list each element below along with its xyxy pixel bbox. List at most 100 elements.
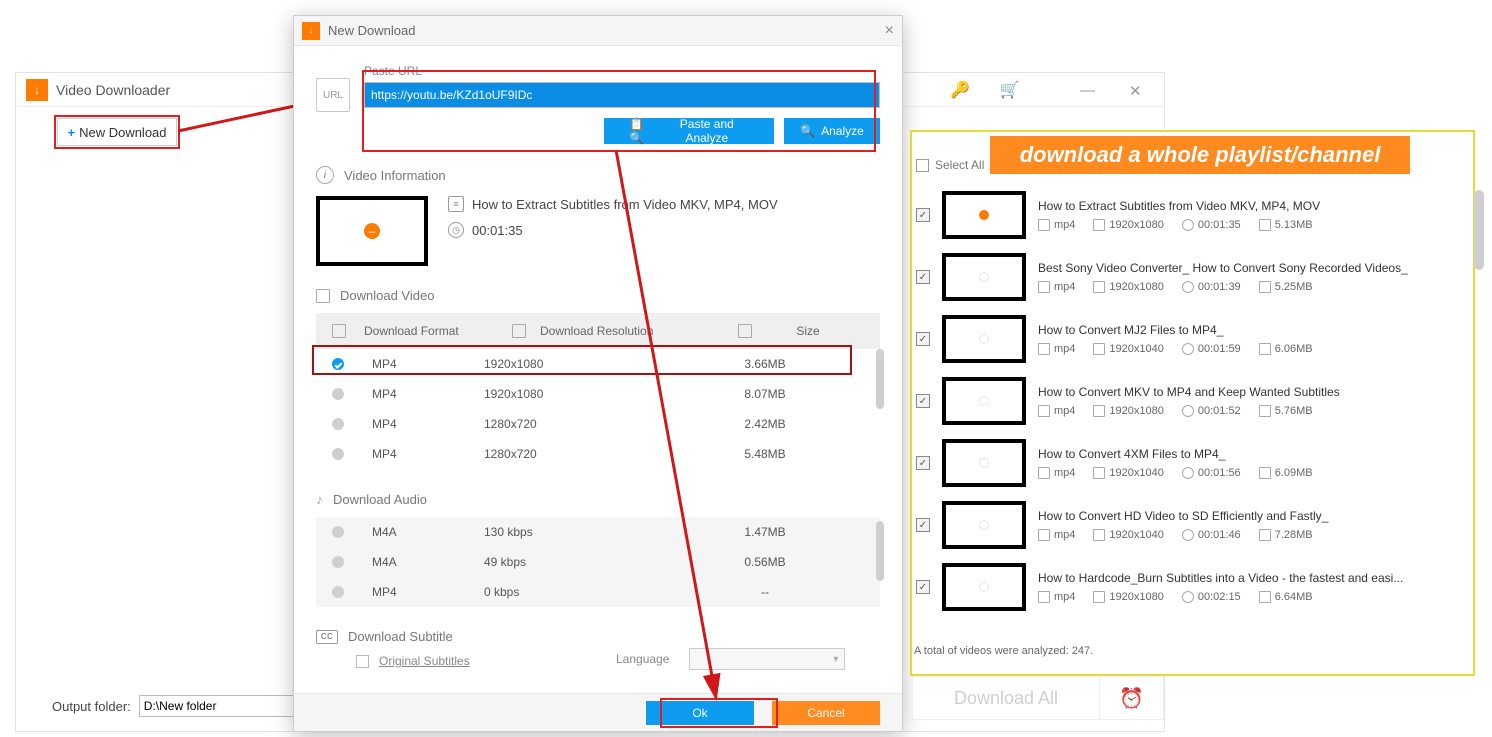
- header-actions: 🔑 🛒: [950, 80, 1020, 100]
- clock-icon: [1182, 219, 1194, 231]
- playlist-item[interactable]: ✓ Best Sony Video Converter_ How to Conve…: [916, 246, 1464, 308]
- download-all-button[interactable]: Download All: [912, 676, 1100, 720]
- analyze-button[interactable]: 🔍 Analyze: [784, 118, 880, 144]
- radio-button[interactable]: [332, 418, 344, 430]
- video-duration: 00:01:35: [472, 223, 523, 238]
- clock-icon: [1182, 467, 1194, 479]
- playlist-item-title: How to Extract Subtitles from Video MKV,…: [1038, 199, 1452, 213]
- language-select[interactable]: ▾: [689, 648, 845, 670]
- audio-format-row[interactable]: MP40 kbps--: [316, 577, 880, 607]
- filesize-icon: [1259, 405, 1271, 417]
- video-table-scrollbar[interactable]: [876, 313, 884, 469]
- cart-icon[interactable]: 🛒: [1000, 80, 1020, 100]
- resolution-icon: [1093, 405, 1105, 417]
- playlist-item[interactable]: ✓How to Hardcode_Burn Subtitles into a V…: [916, 556, 1464, 618]
- playlist-item[interactable]: ✓ How to Extract Subtitles from Video MKV…: [916, 184, 1464, 246]
- new-download-dialog: ↓ New Download × URL Paste URL 📋🔍 Paste …: [293, 15, 903, 732]
- playlist-item-thumbnail: [942, 439, 1026, 487]
- video-format-row[interactable]: MP41920x10808.07MB: [316, 379, 880, 409]
- playlist-item-title: Best Sony Video Converter_ How to Conver…: [1038, 261, 1452, 275]
- playlist-item-title: How to Convert MJ2 Files to MP4_: [1038, 323, 1452, 337]
- filesize-icon: [1259, 529, 1271, 541]
- playlist-scrollbar[interactable]: [1474, 190, 1484, 490]
- select-all-row: Select All: [916, 158, 984, 172]
- video-thumbnail: –: [316, 196, 428, 266]
- playlist-summary: A total of videos were analyzed: 247.: [914, 645, 1093, 657]
- video-frame-icon: [316, 289, 330, 303]
- key-icon[interactable]: 🔑: [950, 80, 970, 100]
- video-format-row[interactable]: MP41280x7202.42MB: [316, 409, 880, 439]
- clock-icon: [1182, 281, 1194, 293]
- window-controls: — ✕: [1080, 82, 1142, 100]
- app-title: Video Downloader: [56, 82, 170, 98]
- playlist-item[interactable]: ✓How to Convert MJ2 Files to MP4_mp41920…: [916, 308, 1464, 370]
- new-download-button[interactable]: + New Download: [57, 118, 177, 146]
- select-all-label: Select All: [935, 158, 984, 172]
- playlist-item-checkbox[interactable]: ✓: [916, 270, 930, 284]
- resolution-icon: [1093, 343, 1105, 355]
- resolution-icon: [1093, 219, 1105, 231]
- clock-icon: [1182, 529, 1194, 541]
- playlist-item-thumbnail: [942, 253, 1026, 301]
- video-table-header: Download Format Download Resolution Size: [316, 313, 880, 349]
- format-icon: [1038, 467, 1050, 479]
- format-header-icon: [332, 324, 346, 338]
- radio-button[interactable]: [332, 388, 344, 400]
- playlist-item-thumbnail: [942, 501, 1026, 549]
- clock-icon: [1182, 591, 1194, 603]
- info-icon: i: [316, 166, 334, 184]
- playlist-item-checkbox[interactable]: ✓: [916, 518, 930, 532]
- playlist-item-title: How to Convert MKV to MP4 and Keep Wante…: [1038, 385, 1452, 399]
- paste-and-analyze-button[interactable]: 📋🔍 Paste and Analyze: [604, 118, 774, 144]
- alarm-clock-icon: ⏰: [1119, 686, 1144, 711]
- playlist-item-checkbox[interactable]: ✓: [916, 456, 930, 470]
- playlist-item-title: How to Convert HD Video to SD Efficientl…: [1038, 509, 1452, 523]
- audio-format-row[interactable]: M4A130 kbps1.47MB: [316, 517, 880, 547]
- playlist-item-checkbox[interactable]: ✓: [916, 332, 930, 346]
- select-all-checkbox[interactable]: [916, 159, 929, 172]
- cancel-button[interactable]: Cancel: [772, 701, 880, 725]
- filesize-icon: [1259, 591, 1271, 603]
- music-note-icon: ♪: [316, 491, 323, 507]
- filesize-icon: [1259, 219, 1271, 231]
- radio-button[interactable]: [332, 358, 344, 370]
- playlist-item[interactable]: ✓How to Convert 4XM Files to MP4_mp41920…: [916, 432, 1464, 494]
- audio-table-scrollbar[interactable]: [876, 517, 884, 607]
- radio-button[interactable]: [332, 448, 344, 460]
- playlist-item[interactable]: ✓ How to Convert MKV to MP4 and Keep Want…: [916, 370, 1464, 432]
- ok-button[interactable]: Ok: [646, 701, 754, 725]
- output-folder-row: Output folder:: [52, 695, 299, 717]
- output-folder-input[interactable]: [139, 695, 299, 717]
- playlist-item-thumbnail: [942, 191, 1026, 239]
- resolution-icon: [1093, 591, 1105, 603]
- dialog-title: New Download: [328, 23, 415, 38]
- video-format-row[interactable]: MP41920x10803.66MB: [316, 349, 880, 379]
- radio-button[interactable]: [332, 586, 344, 598]
- video-title: How to Extract Subtitles from Video MKV,…: [472, 197, 778, 212]
- close-button[interactable]: ✕: [1129, 82, 1142, 100]
- playlist-item-title: How to Convert 4XM Files to MP4_: [1038, 447, 1452, 461]
- schedule-button[interactable]: ⏰: [1100, 676, 1164, 720]
- dialog-close-button[interactable]: ×: [885, 22, 894, 40]
- resolution-header-icon: [512, 324, 526, 338]
- url-file-icon: URL: [316, 78, 350, 112]
- audio-format-row[interactable]: M4A49 kbps0.56MB: [316, 547, 880, 577]
- radio-button[interactable]: [332, 556, 344, 568]
- playlist-item-checkbox[interactable]: ✓: [916, 580, 930, 594]
- playlist-item-checkbox[interactable]: ✓: [916, 208, 930, 222]
- url-input[interactable]: [364, 82, 880, 108]
- minimize-button[interactable]: —: [1080, 82, 1095, 100]
- dialog-icon: ↓: [302, 22, 320, 40]
- original-subtitles-checkbox[interactable]: [356, 655, 369, 668]
- playlist-item-checkbox[interactable]: ✓: [916, 394, 930, 408]
- radio-button[interactable]: [332, 526, 344, 538]
- playlist-item[interactable]: ✓ How to Convert HD Video to SD Efficient…: [916, 494, 1464, 556]
- format-icon: [1038, 281, 1050, 293]
- filesize-icon: [1259, 281, 1271, 293]
- format-icon: [1038, 343, 1050, 355]
- search-icon: 🔍: [800, 124, 815, 138]
- resolution-icon: [1093, 529, 1105, 541]
- video-format-row[interactable]: MP41280x7205.48MB: [316, 439, 880, 469]
- callout-banner: download a whole playlist/channel: [990, 136, 1410, 174]
- output-folder-label: Output folder:: [52, 699, 131, 714]
